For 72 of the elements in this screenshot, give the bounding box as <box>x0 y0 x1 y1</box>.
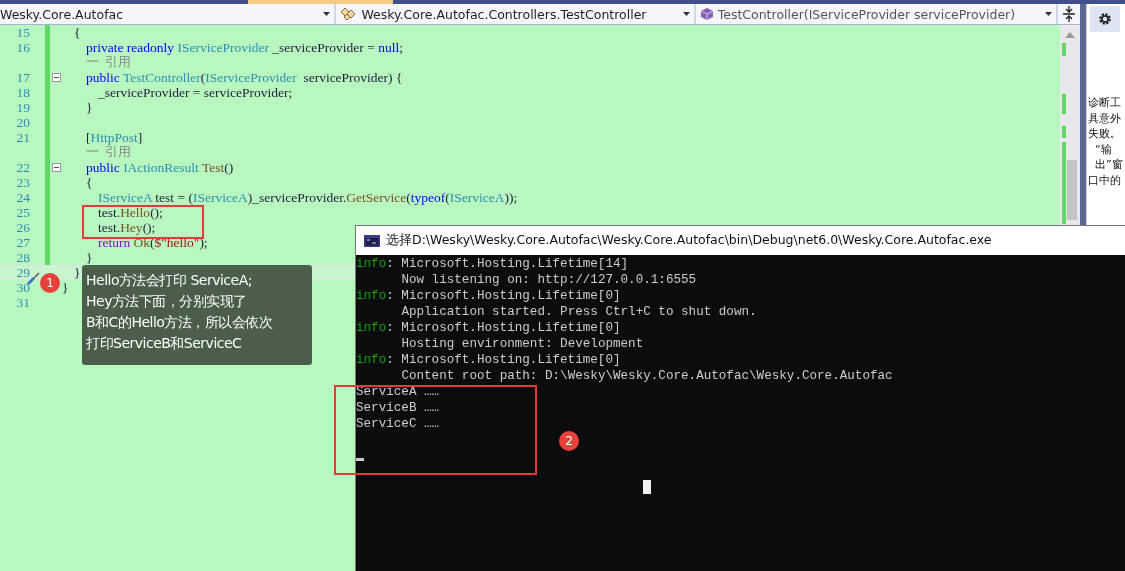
console-line: : Microsoft.Hosting.Lifetime[0] <box>386 288 621 304</box>
collapse-icon[interactable] <box>51 73 61 82</box>
caret-icon <box>1045 12 1053 16</box>
line-number: 16 <box>15 39 30 56</box>
code-line: private readonly IServiceProvider _serviceProvider = null; <box>85 39 403 56</box>
split-icon <box>1063 6 1075 22</box>
console-window[interactable] <box>355 225 1125 571</box>
class-icon <box>339 6 358 22</box>
log-level: info <box>356 256 387 272</box>
log-level: info <box>356 352 387 368</box>
line-number: 26 <box>15 219 30 236</box>
line-number: 25 <box>15 204 30 221</box>
code-line: [HttpPost] <box>85 129 143 146</box>
code-line: _serviceProvider = serviceProvider; <box>98 84 293 101</box>
code-line: test.Hello(); <box>97 204 163 221</box>
step-marker: 1 <box>40 273 60 293</box>
code-line: { <box>73 24 81 41</box>
gear-icon <box>1098 12 1112 26</box>
console-icon <box>364 234 380 247</box>
window-title: 选择D:\Wesky\Wesky.Core.Autofac\Wesky.Core.Autofac\bin\Debug\net6.0\Wesky.Core.Autofac.exe <box>386 232 992 249</box>
code-line: { <box>85 174 93 191</box>
line-number: 27 <box>15 234 30 251</box>
code-line: } <box>62 279 69 296</box>
code-line: public IActionResult Test() <box>85 159 234 176</box>
split-window-button[interactable] <box>1058 4 1080 24</box>
line-number: 24 <box>15 189 30 206</box>
console-line: ServiceB …… <box>356 400 440 416</box>
line-number: 29 <box>15 264 30 281</box>
console-line: ServiceA …… <box>356 384 440 400</box>
scroll-thumb[interactable] <box>1067 160 1077 220</box>
console-line: : Microsoft.Hosting.Lifetime[0] <box>386 352 621 368</box>
navigation-dropdown[interactable]: Wesky.Core.Autofac.Controllers.TestController <box>336 4 694 24</box>
log-level: info <box>356 288 387 304</box>
settings-button[interactable] <box>1090 6 1120 32</box>
code-line: } <box>85 99 93 116</box>
code-line: } <box>85 249 93 266</box>
line-number: 22 <box>15 159 30 176</box>
code-line: public TestController(IServiceProvider serviceProvider) { <box>85 69 403 86</box>
console-line: Application started. Press Ctrl+C to shut down. <box>400 304 757 320</box>
diagnostic-message: 诊断工 具意外 失败。 “输 出”窗 口中的 <box>1088 95 1124 189</box>
line-number: 30 <box>15 279 30 296</box>
code-line: IServiceA test = (IServiceA)_serviceProvider.GetService(typeof(IServiceA)); <box>97 189 518 206</box>
console-line: : Microsoft.Hosting.Lifetime[14] <box>386 256 629 272</box>
caret-icon <box>682 12 690 16</box>
line-number: 28 <box>15 249 30 266</box>
navigation-dropdown[interactable]: TestController(IServiceProvider serviceProvider) <box>695 4 1057 24</box>
code-line: test.Hey(); <box>97 219 156 236</box>
line-number: 21 <box>15 129 30 146</box>
line-number: 15 <box>15 24 30 41</box>
change-marker <box>1062 43 1066 56</box>
console-line: Now listening on: http://127.0.0.1:6555 <box>400 272 697 288</box>
log-level: info <box>356 320 387 336</box>
cube-icon <box>699 7 714 21</box>
block-cursor <box>643 480 651 494</box>
code-line: } <box>73 264 81 281</box>
line-number: 31 <box>15 294 30 311</box>
collapse-icon[interactable] <box>51 163 61 172</box>
line-number: 23 <box>15 174 30 191</box>
caret-icon <box>323 12 331 16</box>
console-line: Hosting environment: Development <box>400 336 644 352</box>
navigation-dropdown[interactable]: Wesky.Core.Autofac <box>0 4 335 24</box>
change-marker <box>1062 126 1066 138</box>
console-line: Content root path: D:\Wesky\Wesky.Core.Autofac\Wesky.Core.Autofac <box>400 368 893 384</box>
line-number: 19 <box>15 99 30 116</box>
change-marker <box>1062 94 1066 114</box>
console-line: ServiceC …… <box>356 416 440 432</box>
callout-text: Hello方法会打印 ServiceA; Hey方法下面，分别实现了 B和C的Hello方法，所以会依次 打印ServiceB和ServiceC <box>86 271 274 353</box>
console-line: : Microsoft.Hosting.Lifetime[0] <box>386 320 621 336</box>
line-number: 18 <box>15 84 30 101</box>
line-number: 20 <box>15 114 30 131</box>
line-number: 17 <box>15 69 30 86</box>
text-cursor <box>356 458 364 461</box>
